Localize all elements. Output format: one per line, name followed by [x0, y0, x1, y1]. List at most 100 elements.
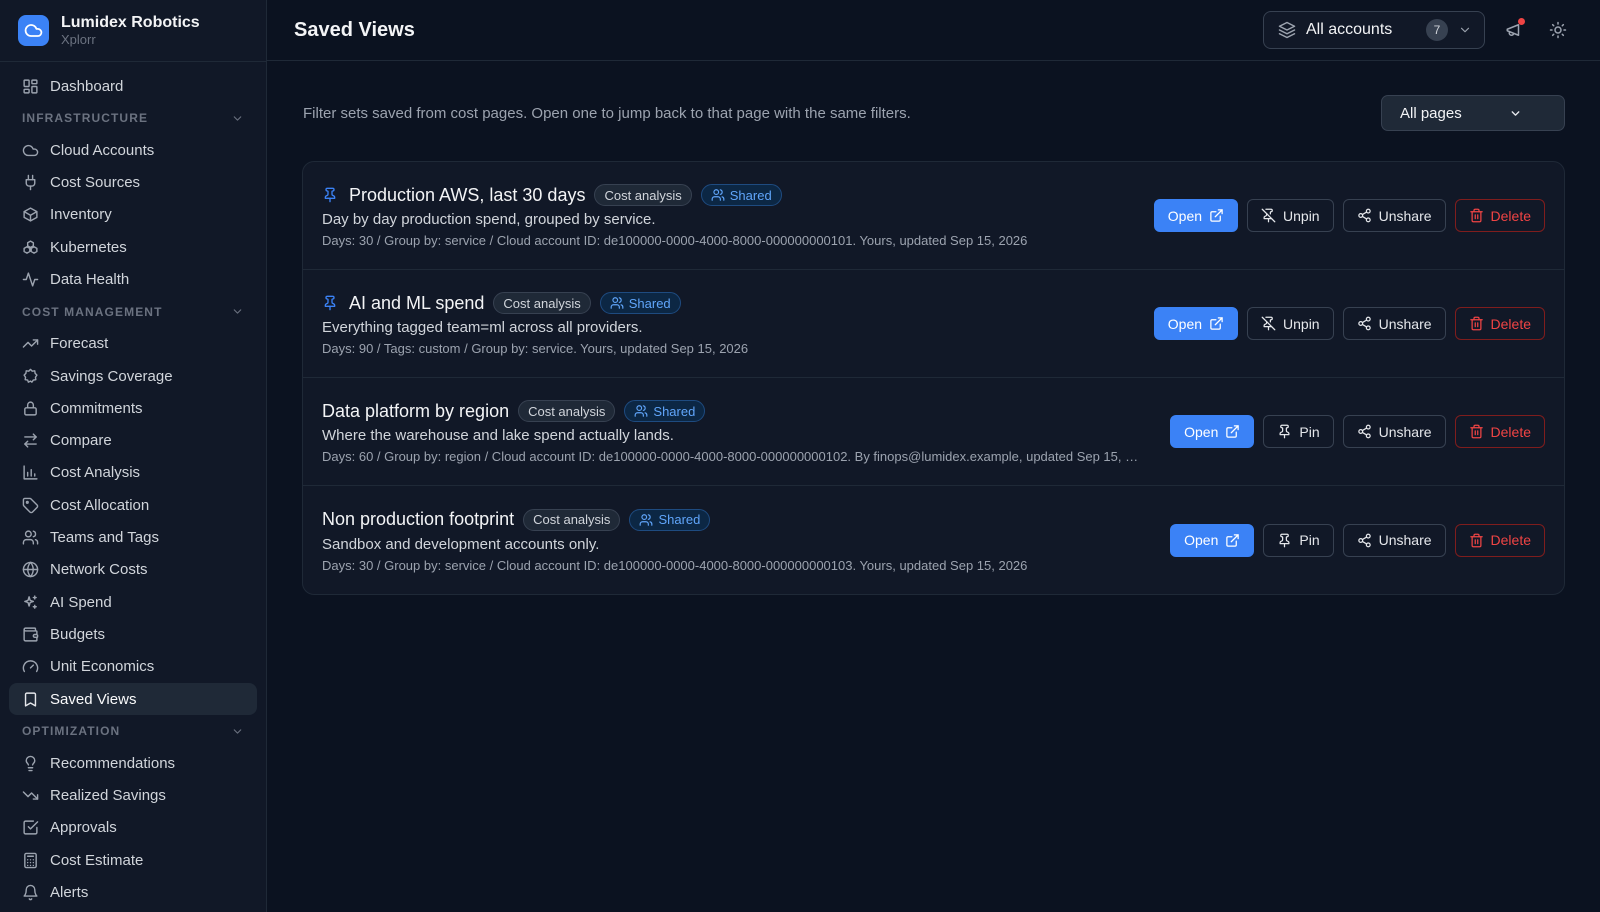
sidebar-item-cost-analysis[interactable]: Cost Analysis — [9, 457, 257, 489]
sidebar-item-saved-views[interactable]: Saved Views — [9, 683, 257, 716]
section-cost-management[interactable]: COST MANAGEMENT — [9, 296, 257, 328]
sidebar-item-budgets[interactable]: Budgets — [9, 618, 257, 650]
sidebar-item-cost-sources[interactable]: Cost Sources — [9, 167, 257, 199]
sidebar-item-forecast[interactable]: Forecast — [9, 328, 257, 360]
section-optimization[interactable]: OPTIMIZATION — [9, 715, 257, 747]
external-link-icon — [1225, 424, 1240, 439]
plug-icon — [22, 174, 39, 191]
brand[interactable]: Lumidex Robotics Xplorr — [0, 0, 266, 62]
open-button[interactable]: Open — [1153, 199, 1239, 232]
unpin-button[interactable]: Unpin — [1247, 199, 1334, 232]
share-icon — [1357, 424, 1372, 439]
delete-button[interactable]: Delete — [1454, 307, 1545, 340]
pin-button[interactable]: Pin — [1263, 415, 1334, 448]
sidebar-item-label: Inventory — [50, 206, 112, 224]
view-type-tag: Cost analysis — [518, 400, 616, 422]
trash-icon — [1469, 316, 1484, 331]
users-icon — [22, 529, 39, 546]
open-button-label: Open — [1184, 532, 1219, 548]
sidebar-nav: Dashboard INFRASTRUCTURE Cloud Accounts … — [0, 62, 266, 909]
section-title: OPTIMIZATION — [22, 724, 121, 739]
unshare-button[interactable]: Unshare — [1342, 415, 1446, 448]
org-name: Lumidex Robotics — [61, 13, 200, 31]
product-name: Xplorr — [61, 31, 96, 47]
unpin-button[interactable]: Unpin — [1247, 307, 1334, 340]
delete-button[interactable]: Delete — [1454, 415, 1545, 448]
sidebar-item-recommendations[interactable]: Recommendations — [9, 747, 257, 779]
unshare-button[interactable]: Unshare — [1342, 523, 1446, 557]
external-link-icon — [1225, 533, 1240, 548]
view-description: Where the warehouse and lake spend actua… — [322, 427, 674, 444]
pin-button-label: Pin — [1299, 423, 1320, 440]
open-button[interactable]: Open — [1170, 415, 1255, 448]
open-button[interactable]: Open — [1153, 307, 1239, 340]
open-button-label: Open — [1184, 423, 1219, 440]
row-actions: Open Unpin Unshare Delete — [1153, 199, 1545, 232]
sidebar-item-label: Commitments — [50, 399, 143, 417]
view-title: AI and ML spend — [349, 292, 485, 313]
sidebar-item-label: Saved Views — [50, 690, 137, 708]
trending-up-icon — [22, 335, 39, 352]
view-meta: Days: 30 / Group by: service / Cloud acc… — [322, 233, 1028, 248]
sidebar-item-cloud-accounts[interactable]: Cloud Accounts — [9, 134, 257, 166]
sidebar-item-kubernetes[interactable]: Kubernetes — [9, 231, 257, 263]
sidebar-item-data-health[interactable]: Data Health — [9, 263, 257, 295]
open-button[interactable]: Open — [1170, 523, 1255, 557]
view-meta: Days: 30 / Group by: service / Cloud acc… — [322, 557, 1028, 573]
pin-button[interactable]: Pin — [1263, 523, 1334, 557]
chevron-down-icon — [231, 305, 244, 318]
view-meta: Days: 90 / Tags: custom / Group by: serv… — [322, 341, 749, 356]
sidebar-item-unit-economics[interactable]: Unit Economics — [9, 651, 257, 683]
theme-toggle-button[interactable] — [1543, 15, 1573, 45]
view-description: Day by day production spend, grouped by … — [322, 211, 656, 228]
section-title: COST MANAGEMENT — [22, 304, 163, 319]
sidebar: Lumidex Robotics Xplorr Dashboard INFRAS… — [0, 0, 267, 912]
sidebar-item-label: Alerts — [50, 884, 89, 902]
sidebar-item-teams-and-tags[interactable]: Teams and Tags — [9, 522, 257, 554]
page-filter-value: All pages — [1400, 104, 1462, 122]
sidebar-item-approvals[interactable]: Approvals — [9, 812, 257, 844]
section-infrastructure[interactable]: INFRASTRUCTURE — [9, 102, 257, 134]
unshare-button[interactable]: Unshare — [1342, 199, 1446, 232]
sidebar-item-dashboard[interactable]: Dashboard — [9, 70, 257, 102]
sidebar-item-cost-allocation[interactable]: Cost Allocation — [9, 489, 257, 521]
shared-tag-label: Shared — [653, 403, 696, 419]
view-meta: Days: 60 / Group by: region / Cloud acco… — [322, 449, 1144, 464]
announcements-button[interactable] — [1499, 15, 1529, 45]
sidebar-item-label: Data Health — [50, 270, 130, 288]
sidebar-item-label: Dashboard — [50, 77, 124, 95]
sidebar-item-inventory[interactable]: Inventory — [9, 199, 257, 231]
saved-view-row: Non production footprint Cost analysis S… — [303, 486, 1564, 594]
row-actions: Open Unpin Unshare Delete — [1153, 307, 1545, 340]
pin-off-icon — [1261, 316, 1276, 331]
delete-button[interactable]: Delete — [1454, 523, 1545, 557]
sidebar-item-network-costs[interactable]: Network Costs — [9, 554, 257, 586]
brand-logo — [18, 15, 49, 46]
saved-view-row: AI and ML spend Cost analysis Shared Eve… — [303, 270, 1564, 378]
external-link-icon — [1209, 316, 1224, 331]
activity-icon — [22, 271, 39, 288]
sidebar-item-savings-coverage[interactable]: Savings Coverage — [9, 360, 257, 392]
bar-chart-icon — [22, 464, 39, 481]
sidebar-item-label: Cost Analysis — [50, 464, 141, 482]
sidebar-item-ai-spend[interactable]: AI Spend — [9, 586, 257, 618]
sidebar-item-label: AI Spend — [50, 593, 112, 611]
sidebar-item-alerts[interactable]: Alerts — [9, 877, 257, 909]
external-link-icon — [1209, 208, 1224, 223]
shared-tag: Shared — [624, 400, 706, 422]
sparkles-icon — [22, 594, 39, 611]
saved-view-row: Data platform by region Cost analysis Sh… — [303, 378, 1564, 486]
view-title: Non production footprint — [322, 509, 515, 529]
sidebar-item-realized-savings[interactable]: Realized Savings — [9, 780, 257, 812]
main-content: Filter sets saved from cost pages. Open … — [267, 61, 1600, 912]
delete-button[interactable]: Delete — [1454, 199, 1545, 232]
account-selector[interactable]: All accounts 7 — [1263, 11, 1485, 49]
page-filter-select[interactable]: All pages — [1381, 95, 1565, 131]
kubernetes-icon — [22, 239, 39, 256]
sidebar-item-cost-estimate[interactable]: Cost Estimate — [9, 844, 257, 876]
sidebar-item-compare[interactable]: Compare — [9, 425, 257, 457]
delete-button-label: Delete — [1490, 423, 1531, 440]
sidebar-item-commitments[interactable]: Commitments — [9, 392, 257, 424]
unshare-button[interactable]: Unshare — [1342, 307, 1446, 340]
bell-icon — [22, 884, 39, 901]
